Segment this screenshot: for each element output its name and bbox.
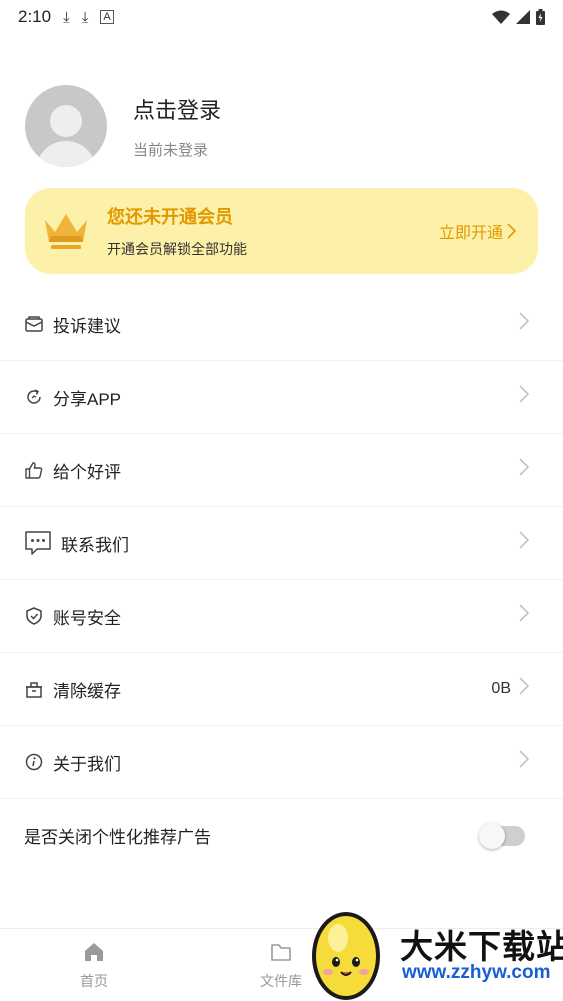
watermark-url: www.zzhyw.com	[402, 962, 551, 983]
toggle-knob	[479, 822, 505, 849]
chevron-right-icon	[519, 531, 530, 555]
profile-text: 点击登录 当前未登录	[133, 93, 221, 160]
ad-personalization-label: 是否关闭个性化推荐广告	[24, 828, 211, 847]
vip-card[interactable]: 您还未开通会员 开通会员解锁全部功能 立即开通	[25, 188, 538, 274]
mascot-logo	[312, 912, 380, 1000]
menu-item-security[interactable]: 账号安全	[0, 580, 563, 653]
login-status: 当前未登录	[133, 141, 209, 159]
activate-vip-label: 立即开通	[438, 225, 503, 242]
a-icon: A	[100, 10, 114, 24]
nav-files-label: 文件库	[260, 973, 302, 989]
activate-vip-button[interactable]: 立即开通	[439, 219, 516, 243]
info-icon	[24, 752, 44, 772]
menu-item-feedback[interactable]: 投诉建议	[0, 288, 563, 361]
chat-icon	[24, 531, 52, 555]
basket-icon	[24, 679, 44, 699]
menu-item-share[interactable]: 分享APP	[0, 361, 563, 434]
avatar[interactable]	[25, 85, 107, 167]
battery-icon	[536, 9, 545, 25]
chevron-right-icon	[519, 458, 530, 482]
vip-subtitle: 开通会员解锁全部功能	[107, 241, 247, 257]
home-icon	[64, 941, 124, 965]
menu-item-clear-cache[interactable]: 清除缓存 0B	[0, 653, 563, 726]
menu-item-label: 分享APP	[53, 389, 122, 409]
nav-home-label: 首页	[80, 973, 108, 989]
download-icon: ⤓	[63, 8, 70, 26]
settings-menu: 投诉建议 分享APP 给个好评 联系我们 账号安全 清除缓存 0B 关于我们 是…	[0, 288, 563, 872]
status-right	[492, 9, 545, 25]
ad-personalization-toggle[interactable]	[479, 822, 525, 849]
nav-home[interactable]: 首页	[64, 941, 124, 991]
avatar-body	[36, 141, 96, 167]
menu-item-rate[interactable]: 给个好评	[0, 434, 563, 507]
vip-title: 您还未开通会员	[107, 207, 233, 227]
thumbs-up-icon	[24, 460, 44, 480]
crown-icon	[45, 214, 87, 249]
chevron-right-icon	[519, 604, 530, 628]
menu-item-about[interactable]: 关于我们	[0, 726, 563, 799]
avatar-head	[50, 105, 82, 137]
watermark: 大米下载站 www.zzhyw.com	[308, 900, 563, 1000]
menu-item-label: 账号安全	[53, 608, 121, 628]
signal-icon	[516, 10, 530, 24]
status-bar: 2:10 ⤓ ⤓ A	[0, 0, 563, 34]
folder-icon	[251, 941, 311, 965]
menu-item-label: 关于我们	[53, 754, 121, 774]
menu-item-contact[interactable]: 联系我们	[0, 507, 563, 580]
download-icon: ⤓	[81, 8, 89, 26]
chevron-right-icon	[507, 223, 516, 239]
wifi-icon	[492, 10, 510, 24]
nav-files[interactable]: 文件库	[251, 941, 311, 991]
login-title[interactable]: 点击登录	[133, 93, 221, 125]
chevron-right-icon	[519, 385, 530, 409]
watermark-title: 大米下载站	[400, 928, 563, 965]
ad-personalization-row: 是否关闭个性化推荐广告	[0, 799, 563, 872]
menu-item-label: 清除缓存	[53, 681, 121, 701]
profile-section[interactable]: 点击登录 当前未登录	[25, 85, 221, 167]
menu-item-label: 投诉建议	[53, 316, 121, 336]
cache-size: 0B	[491, 680, 511, 697]
menu-item-label: 给个好评	[53, 462, 121, 482]
vip-text: 您还未开通会员 开通会员解锁全部功能	[107, 203, 439, 259]
menu-item-label: 联系我们	[61, 535, 129, 555]
status-left: 2:10 ⤓ ⤓ A	[18, 7, 114, 27]
chevron-right-icon	[519, 750, 530, 774]
refresh-share-icon	[24, 387, 44, 407]
status-time: 2:10	[18, 7, 52, 26]
chevron-right-icon	[519, 312, 530, 336]
chevron-right-icon	[519, 677, 530, 701]
mail-icon	[24, 314, 44, 334]
shield-icon	[24, 606, 44, 626]
